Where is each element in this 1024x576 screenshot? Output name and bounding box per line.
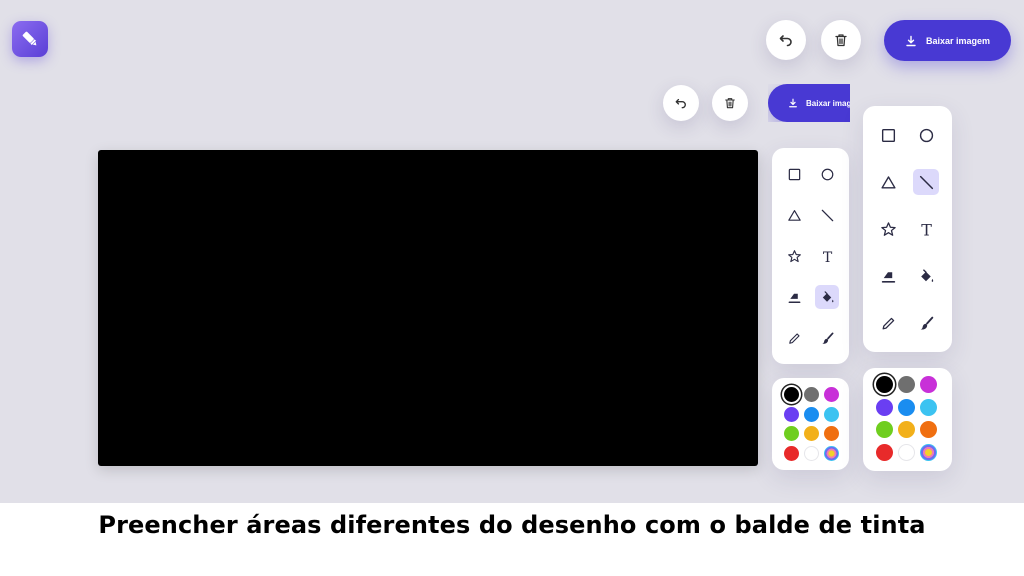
brush-pen-icon	[22, 31, 37, 46]
color-swatch-ffffff[interactable]	[898, 443, 915, 461]
caption-bar: Preencher áreas diferentes do desenho co…	[0, 503, 1024, 576]
text-icon: T	[921, 221, 932, 238]
color-swatch-custom[interactable]	[920, 443, 937, 461]
color-swatch-f06f10[interactable]	[920, 421, 937, 438]
tool-fill[interactable]	[913, 263, 939, 289]
inset-tool-line[interactable]	[815, 203, 839, 227]
color-swatch-f2b01a[interactable]	[898, 421, 915, 438]
square-icon	[881, 128, 895, 142]
tools-panel: T	[863, 106, 952, 352]
inset-color-swatch-000000[interactable]	[784, 387, 799, 402]
circle-icon	[919, 128, 933, 142]
download-icon	[906, 35, 916, 46]
paint-bucket-icon	[822, 290, 833, 302]
inset-tool-square[interactable]	[782, 162, 806, 186]
color-swatch-6fce1f[interactable]	[876, 421, 893, 438]
brush-icon	[821, 332, 833, 344]
app-logo[interactable]	[12, 21, 48, 57]
inset-color-swatch-3cc3f1[interactable]	[824, 406, 839, 422]
line-icon	[919, 175, 933, 189]
inset-tool-triangle[interactable]	[782, 203, 806, 227]
inset-color-swatch-custom[interactable]	[824, 445, 839, 461]
square-icon	[788, 168, 800, 180]
download-label: Baixar imagem	[925, 35, 991, 46]
color-swatch-3cc3f1[interactable]	[920, 398, 937, 416]
inset-color-swatch-f06f10[interactable]	[824, 426, 839, 441]
inset-download-label: Baixar image	[806, 98, 850, 108]
tool-brush[interactable]	[913, 310, 939, 336]
inset-download-button[interactable]: Baixar image	[768, 84, 850, 122]
inset-undo-button[interactable]	[663, 85, 699, 121]
svg-text:T: T	[822, 249, 832, 263]
eraser-icon	[881, 271, 895, 283]
tool-square[interactable]	[875, 122, 901, 148]
inset-tool-text[interactable]: T	[815, 244, 839, 268]
pencil-icon	[882, 317, 894, 329]
inset-color-swatch-6a3ef2[interactable]	[784, 406, 799, 422]
undo-icon	[675, 98, 686, 109]
color-swatch-1a8df0[interactable]	[898, 398, 915, 416]
svg-text:T: T	[921, 221, 932, 238]
undo-icon	[779, 35, 792, 47]
inset-color-swatch-1a8df0[interactable]	[804, 406, 819, 422]
inset-color-swatch-ffffff[interactable]	[804, 445, 819, 461]
tool-circle[interactable]	[913, 122, 939, 148]
inset-tool-pencil[interactable]	[782, 326, 806, 350]
tool-text[interactable]: T	[913, 216, 939, 242]
circle-icon	[821, 168, 833, 180]
inset-color-swatch-6fce1f[interactable]	[784, 426, 799, 441]
triangle-icon	[787, 209, 801, 221]
inset-tool-brush[interactable]	[815, 326, 839, 350]
paint-bucket-icon	[920, 268, 933, 282]
triangle-icon	[880, 175, 896, 189]
color-swatch-c830d8[interactable]	[920, 376, 937, 393]
tool-pencil[interactable]	[875, 310, 901, 336]
inset-download-clip: Baixar image	[768, 84, 850, 122]
delete-button[interactable]	[821, 20, 861, 60]
inset-color-swatch-6f6f6f[interactable]	[804, 387, 819, 402]
inset-tool-star[interactable]	[782, 244, 806, 268]
inset-tool-fill[interactable]	[815, 285, 839, 309]
inset-tool-circle[interactable]	[815, 162, 839, 186]
inset-tool-eraser[interactable]	[782, 285, 806, 309]
drawing-app: Baixar imagem Baixar image T T	[0, 0, 1024, 503]
inset-color-swatch-c830d8[interactable]	[824, 387, 839, 402]
trash-icon	[835, 34, 847, 47]
text-icon: T	[822, 249, 832, 263]
eraser-icon	[788, 293, 800, 303]
download-icon	[789, 98, 797, 108]
tool-eraser[interactable]	[875, 263, 901, 289]
color-swatch-6f6f6f[interactable]	[898, 376, 915, 393]
pencil-icon	[788, 332, 800, 344]
brush-icon	[920, 316, 933, 330]
inset-color-swatch-f2b01a[interactable]	[804, 426, 819, 441]
tool-line[interactable]	[913, 169, 939, 195]
download-button[interactable]: Baixar imagem	[884, 20, 1011, 61]
tool-triangle[interactable]	[875, 169, 901, 195]
color-swatch-e82a2a[interactable]	[876, 443, 893, 461]
tool-star[interactable]	[875, 216, 901, 242]
star-icon	[880, 221, 896, 236]
color-swatch-000000[interactable]	[876, 376, 893, 393]
drawing-canvas[interactable]	[98, 150, 758, 466]
colors-panel-inset	[772, 378, 849, 470]
line-icon	[821, 209, 833, 221]
inset-color-swatch-e82a2a[interactable]	[784, 445, 799, 461]
star-icon	[787, 249, 801, 262]
color-swatch-6a3ef2[interactable]	[876, 398, 893, 416]
caption-text: Preencher áreas diferentes do desenho co…	[98, 511, 926, 539]
inset-delete-button[interactable]	[712, 85, 748, 121]
colors-panel	[863, 368, 952, 471]
undo-button[interactable]	[766, 20, 806, 60]
trash-icon	[725, 98, 735, 109]
tools-panel-inset: T	[772, 148, 849, 364]
